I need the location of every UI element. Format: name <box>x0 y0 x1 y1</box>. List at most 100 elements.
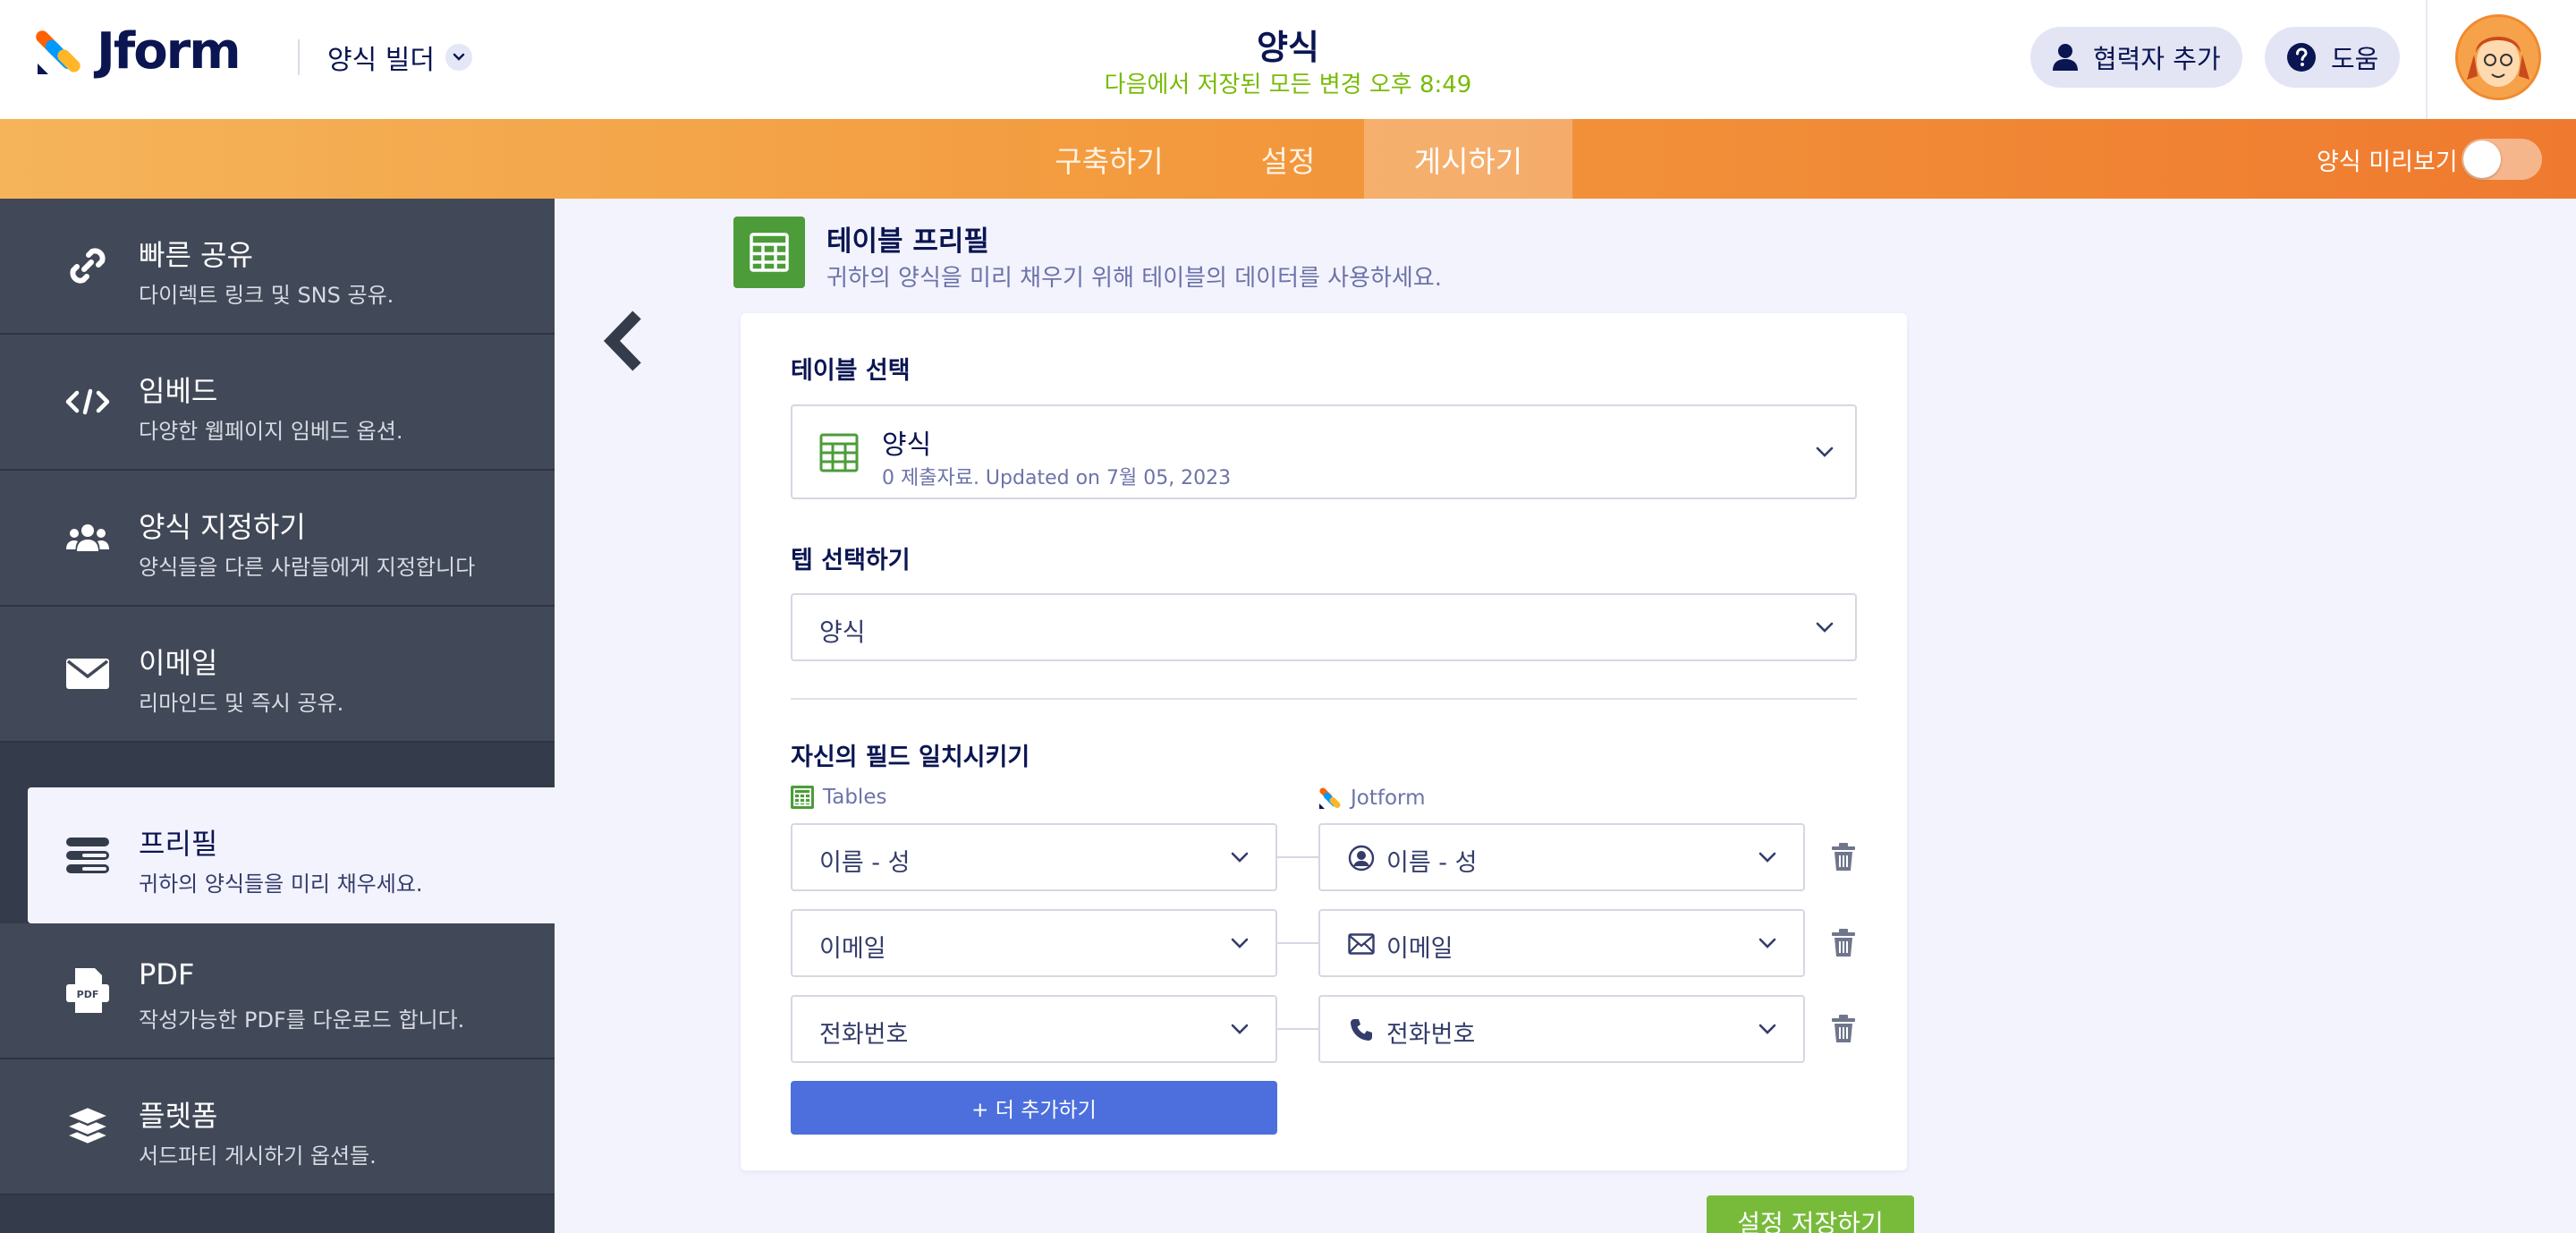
form-field-value: 이름 - 성 <box>1386 849 1478 877</box>
table-name: 양식 <box>882 429 932 461</box>
form-field-select[interactable]: 전화번호 <box>1318 995 1805 1063</box>
prefill-icon <box>63 830 113 880</box>
brand-logo[interactable]: Jform <box>34 22 242 81</box>
jotform-column-label: Jotform <box>1351 787 1426 810</box>
help-button[interactable]: 도움 <box>2265 27 2401 88</box>
trash-icon[interactable] <box>1830 1015 1857 1043</box>
form-field-value: 전화번호 <box>1386 1021 1476 1049</box>
chevron-down-icon <box>1816 622 1834 633</box>
chevron-down-icon <box>1231 938 1249 948</box>
tab-select-label: 텝 선택하기 <box>791 547 911 574</box>
tables-icon <box>791 786 814 809</box>
table-field-value: 이메일 <box>819 935 886 963</box>
page-description: 귀하의 양식을 미리 채우기 위해 테이블의 데이터를 사용하세요. <box>826 265 1443 292</box>
layers-icon <box>63 1101 113 1152</box>
table-select[interactable]: 양식 0 제출자료. Updated on 7월 05, 2023 <box>791 404 1857 499</box>
sidebar-item-assign-form[interactable]: 양식 지정하기 양식들을 다른 사람들에게 지정합니다 <box>0 471 555 607</box>
chevron-down-icon <box>1231 852 1249 863</box>
sidebar-item-title: 프리필 <box>139 827 218 861</box>
tab-select[interactable]: 양식 <box>791 593 1857 661</box>
help-label: 도움 <box>2331 44 2379 74</box>
sidebar-item-prefill[interactable]: 프리필 귀하의 양식들을 미리 채우세요. <box>28 787 555 923</box>
sidebar-item-desc: 작성가능한 PDF를 다운로드 합니다. <box>139 1008 465 1033</box>
builder-nav: 구축하기 설정 게시하기 양식 미리보기 <box>0 119 2576 199</box>
chevron-down-icon <box>1231 1024 1249 1034</box>
phone-icon <box>1347 1016 1376 1044</box>
back-arrow-icon[interactable] <box>601 310 646 372</box>
save-settings-button[interactable]: 설정 저장하기 <box>1707 1195 1914 1233</box>
sidebar-item-desc: 귀하의 양식들을 미리 채우세요. <box>139 872 423 897</box>
tab-publish[interactable]: 게시하기 <box>1364 119 1572 199</box>
form-builder-dropdown[interactable]: 양식 빌더 <box>327 38 472 77</box>
sidebar-item-quick-share[interactable]: 빠른 공유 다이렉트 링크 및 SNS 공유. <box>0 199 555 335</box>
svg-text:PDF: PDF <box>77 989 99 1000</box>
envelope-icon <box>1347 930 1376 958</box>
jotform-logo-icon <box>1319 787 1341 809</box>
form-preview-toggle[interactable] <box>2462 139 2542 180</box>
user-icon <box>2053 44 2078 71</box>
form-field-value: 이메일 <box>1386 935 1453 963</box>
jotform-column-header: Jotform <box>1318 786 1426 811</box>
form-title[interactable]: 양식 <box>1109 20 1467 69</box>
match-fields-label: 자신의 필드 일치시키기 <box>791 744 1030 771</box>
prefill-card: 테이블 선택 양식 0 제출자료. Updated on 7월 05, 2023… <box>741 313 1907 1170</box>
chevron-down-icon <box>445 44 472 71</box>
sidebar-item-title: 이메일 <box>139 646 218 680</box>
sidebar-item-desc: 다이렉트 링크 및 SNS 공유. <box>139 283 394 308</box>
sidebar-item-title: PDF <box>139 957 195 991</box>
sidebar-item-desc: 서드파티 게시하기 옵션들. <box>139 1144 377 1169</box>
trash-icon[interactable] <box>1830 929 1857 957</box>
tables-column-header: Tables <box>791 786 886 809</box>
table-field-value: 이름 - 성 <box>819 849 911 877</box>
chevron-down-icon <box>1816 446 1834 457</box>
tab-select-value: 양식 <box>819 617 866 647</box>
mapping-connector <box>1277 942 1320 944</box>
save-status: 다음에서 저장된 모든 변경 오후 8:49 <box>1104 72 1472 98</box>
sidebar-item-desc: 다양한 웹페이지 임베드 옵션. <box>139 419 403 444</box>
add-more-button[interactable]: + 더 추가하기 <box>791 1081 1277 1135</box>
sidebar-item-pdf[interactable]: PDF PDF 작성가능한 PDF를 다운로드 합니다. <box>0 923 555 1059</box>
tab-settings[interactable]: 설정 <box>1234 119 1342 199</box>
sidebar-item-title: 양식 지정하기 <box>139 510 306 544</box>
form-field-select[interactable]: 이름 - 성 <box>1318 823 1805 891</box>
section-divider <box>791 698 1857 700</box>
chevron-down-icon <box>1758 1024 1776 1034</box>
jotform-logo-icon <box>36 30 80 74</box>
chevron-down-icon <box>1758 938 1776 948</box>
link-icon <box>63 241 113 291</box>
builder-label: 양식 빌더 <box>327 45 435 76</box>
sidebar-item-desc: 리마인드 및 즉시 공유. <box>139 691 344 716</box>
table-field-select[interactable]: 이름 - 성 <box>791 823 1277 891</box>
pdf-icon: PDF <box>63 965 113 1016</box>
user-circle-icon <box>1347 844 1376 872</box>
tab-build[interactable]: 구축하기 <box>1029 119 1190 199</box>
table-grid-icon <box>819 433 859 472</box>
sidebar-item-title: 임베드 <box>139 374 218 408</box>
trash-icon[interactable] <box>1830 843 1857 872</box>
page-title: 테이블 프리필 <box>826 225 989 258</box>
sidebar-item-platforms[interactable]: 플렛폼 서드파티 게시하기 옵션들. <box>0 1059 555 1195</box>
header-divider-right <box>2426 0 2428 119</box>
form-preview-label: 양식 미리보기 <box>2317 149 2458 176</box>
avatar[interactable] <box>2455 14 2541 100</box>
code-icon <box>63 377 113 427</box>
table-field-select[interactable]: 전화번호 <box>791 995 1277 1063</box>
table-select-label: 테이블 선택 <box>791 357 911 385</box>
sidebar-item-embed[interactable]: 임베드 다양한 웹페이지 임베드 옵션. <box>0 335 555 471</box>
sidebar-item-title: 플렛폼 <box>139 1099 218 1133</box>
table-field-value: 전화번호 <box>819 1021 909 1049</box>
mapping-connector <box>1277 1028 1320 1030</box>
sidebar-item-desc: 양식들을 다른 사람들에게 지정합니다 <box>139 555 476 580</box>
top-header: Jform 양식 빌더 양식 다음에서 저장된 모든 변경 오후 8:49 협력… <box>0 0 2576 119</box>
users-icon <box>63 513 113 563</box>
table-icon <box>733 217 805 288</box>
table-field-select[interactable]: 이메일 <box>791 909 1277 977</box>
add-collaborator-button[interactable]: 협력자 추가 <box>2030 27 2242 88</box>
publish-sidebar: 빠른 공유 다이렉트 링크 및 SNS 공유. 임베드 다양한 웹페이지 임베드… <box>0 199 555 1233</box>
sidebar-item-email[interactable]: 이메일 리마인드 및 즉시 공유. <box>0 607 555 743</box>
question-circle-icon <box>2287 43 2316 72</box>
sidebar-item-title: 빠른 공유 <box>139 238 253 272</box>
add-collaborator-label: 협력자 추가 <box>2093 44 2221 74</box>
brand-name: Jform <box>97 22 242 81</box>
form-field-select[interactable]: 이메일 <box>1318 909 1805 977</box>
